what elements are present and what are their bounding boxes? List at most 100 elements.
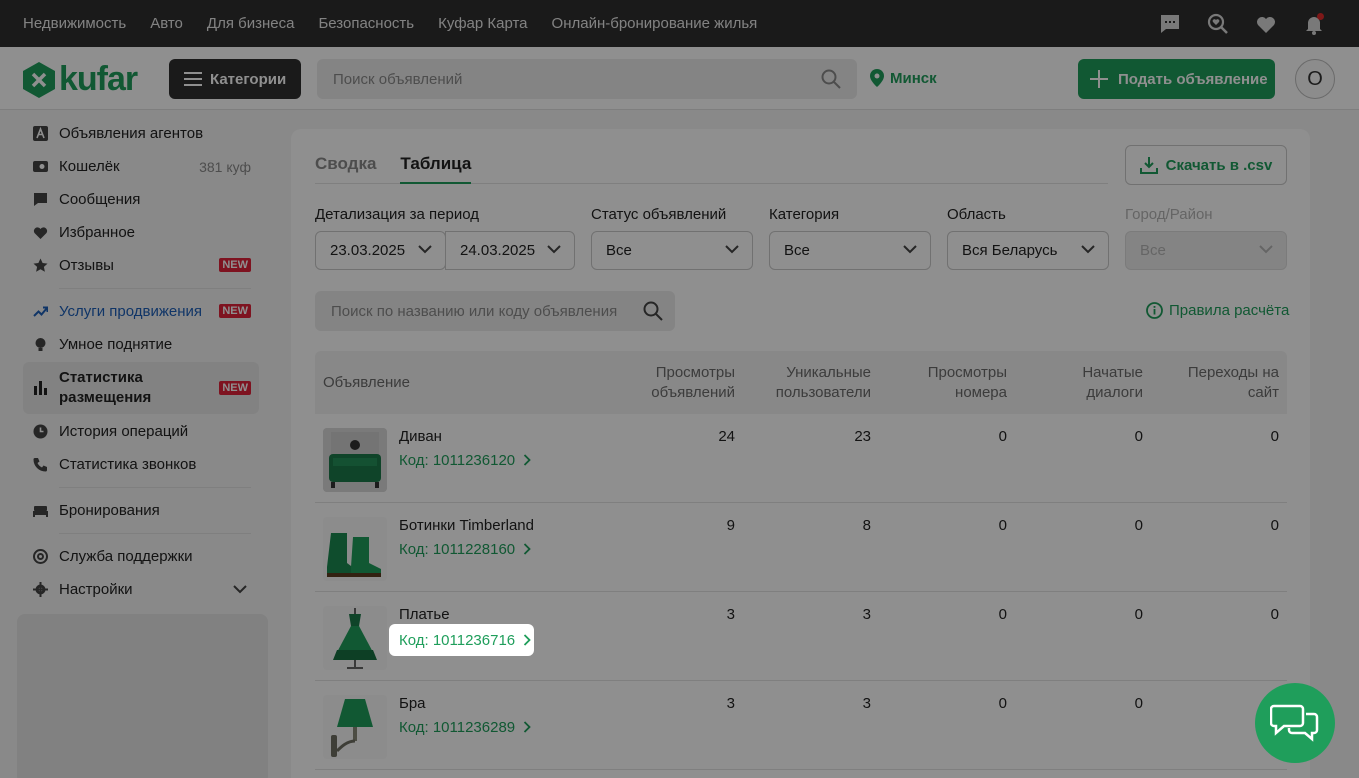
chevron-down-icon[interactable]	[233, 584, 247, 594]
sidebar-item-label: Статистика звонков	[59, 456, 197, 473]
phone-views-count: 0	[998, 606, 1007, 623]
tab-summary[interactable]: Сводка	[315, 154, 376, 184]
categories-label: Категории	[210, 70, 287, 88]
category-label: Категория	[769, 206, 840, 223]
avatar[interactable]: О	[1295, 59, 1335, 99]
post-ad-button[interactable]: Подать объявление	[1078, 59, 1275, 99]
location-pin-icon	[870, 69, 884, 87]
sidebar-item-promotion[interactable]: Услуги продвижения NEW	[23, 295, 259, 328]
top-link-security[interactable]: Безопасность	[318, 15, 414, 32]
messages-icon[interactable]	[1157, 11, 1183, 37]
calculation-rules-label: Правила расчёта	[1169, 302, 1290, 319]
boots-thumbnail[interactable]	[323, 517, 387, 581]
phone-views-count: 0	[998, 695, 1007, 712]
period-label: Детализация за период	[315, 206, 479, 223]
site-clicks-count: 0	[1270, 517, 1279, 534]
clock-icon	[33, 424, 48, 439]
top-link-auto[interactable]: Авто	[150, 15, 183, 32]
city-selector[interactable]: Минск	[870, 69, 937, 87]
ad-code-link[interactable]: Код: 1011228160	[391, 533, 539, 565]
status-select[interactable]: Все	[591, 231, 753, 270]
heart-icon[interactable]	[1253, 11, 1279, 37]
ad-code-link[interactable]: Код: 1011236289	[391, 711, 539, 743]
highlighted-ad-code-link[interactable]: Код: 1011236716	[389, 624, 534, 656]
download-csv-button[interactable]: Скачать в .csv	[1125, 145, 1287, 185]
views-count: 9	[726, 517, 735, 534]
sidebar-item-smart-raise[interactable]: Умное поднятие	[23, 328, 259, 361]
site-clicks-count: 0	[1270, 428, 1279, 445]
bulb-icon	[35, 338, 46, 351]
bell-icon[interactable]	[1301, 11, 1327, 37]
agent-icon	[33, 126, 48, 141]
views-count: 3	[726, 606, 735, 623]
sidebar-item-favorites[interactable]: Избранное	[23, 216, 259, 249]
top-link-map[interactable]: Куфар Карта	[438, 15, 527, 32]
search-icon[interactable]	[821, 69, 841, 94]
main-search-input[interactable]	[317, 59, 857, 99]
status-label: Статус объявлений	[591, 206, 727, 223]
sidebar-item-wallet[interactable]: Кошелёк 381 куф	[23, 150, 259, 183]
search-icon[interactable]	[643, 301, 663, 326]
chevron-down-icon	[1259, 245, 1273, 254]
ad-title[interactable]: Бра	[399, 695, 426, 712]
sidebar-item-support[interactable]: Служба поддержки	[23, 540, 259, 573]
ad-code: Код: 1011236716	[399, 631, 516, 649]
download-csv-label: Скачать в .csv	[1165, 156, 1273, 174]
top-navigation-bar: Недвижимость Авто Для бизнеса Безопаснос…	[0, 0, 1359, 47]
notification-dot	[1317, 12, 1324, 20]
sidebar-item-label: Служба поддержки	[59, 548, 193, 565]
category-select[interactable]: Все	[769, 231, 931, 270]
column-header: Начатые диалоги	[1082, 364, 1143, 401]
download-icon	[1139, 157, 1158, 174]
top-link-booking[interactable]: Онлайн-бронирование жилья	[552, 15, 758, 32]
search-heart-icon[interactable]	[1205, 11, 1231, 37]
chevron-down-icon	[903, 245, 917, 254]
plus-icon	[1090, 70, 1108, 88]
dialogs-count: 0	[1134, 517, 1143, 534]
ad-code: Код: 1011228160	[399, 540, 516, 558]
dialogs-count: 0	[1134, 606, 1143, 623]
unique-users-count: 3	[862, 606, 871, 623]
city-district-select: Все	[1125, 231, 1287, 270]
chevron-right-icon	[524, 721, 531, 733]
new-badge: NEW	[219, 381, 251, 395]
region-label: Область	[947, 206, 1006, 223]
sidebar-item-settings[interactable]: Настройки	[23, 573, 259, 606]
unique-users-count: 3	[862, 695, 871, 712]
region-select[interactable]: Вся Беларусь	[947, 231, 1109, 270]
sidebar-ad-placeholder	[17, 614, 268, 778]
sidebar-item-bookings[interactable]: Бронирования	[23, 494, 259, 527]
date-from-select[interactable]: 23.03.2025	[315, 231, 446, 270]
sidebar-item-label: Услуги продвижения	[59, 303, 203, 320]
phone-views-count: 0	[998, 428, 1007, 445]
top-link-realty[interactable]: Недвижимость	[23, 15, 126, 32]
ad-title[interactable]: Ботинки Timberland	[399, 517, 534, 534]
unique-users-count: 23	[854, 428, 871, 445]
sidebar-item-agents[interactable]: Объявления агентов	[23, 117, 259, 150]
kufar-logo[interactable]: kufar	[23, 60, 138, 99]
phone-views-count: 0	[998, 517, 1007, 534]
lamp-thumbnail[interactable]	[323, 695, 387, 759]
calculation-rules-link[interactable]: Правила расчёта	[1146, 302, 1289, 319]
ad-search-input[interactable]	[315, 291, 675, 331]
new-badge: NEW	[219, 304, 251, 318]
top-link-business[interactable]: Для бизнеса	[207, 15, 295, 32]
sofa-thumbnail[interactable]	[323, 428, 387, 492]
tab-table[interactable]: Таблица	[400, 154, 472, 184]
ad-title[interactable]: Диван	[399, 428, 442, 445]
main-search	[317, 59, 857, 99]
sidebar-item-label: Отзывы	[59, 257, 114, 274]
sidebar-item-call-stats[interactable]: Статистика звонков	[23, 448, 259, 481]
ad-title[interactable]: Платье	[399, 606, 450, 623]
categories-button[interactable]: Категории	[169, 59, 301, 99]
sidebar-item-history[interactable]: История операций	[23, 415, 259, 448]
support-chat-button[interactable]	[1255, 683, 1335, 763]
dress-thumbnail[interactable]	[323, 606, 387, 670]
sidebar-item-reviews[interactable]: Отзывы NEW	[23, 249, 259, 282]
ad-code-link[interactable]: Код: 1011236120	[391, 444, 539, 476]
sidebar-item-messages[interactable]: Сообщения	[23, 183, 259, 216]
date-to-select[interactable]: 24.03.2025	[445, 231, 575, 270]
sidebar-item-label: История операций	[59, 423, 189, 440]
sidebar-item-statistics[interactable]: Статистика размещения NEW	[23, 362, 259, 414]
ad-search	[315, 291, 675, 331]
